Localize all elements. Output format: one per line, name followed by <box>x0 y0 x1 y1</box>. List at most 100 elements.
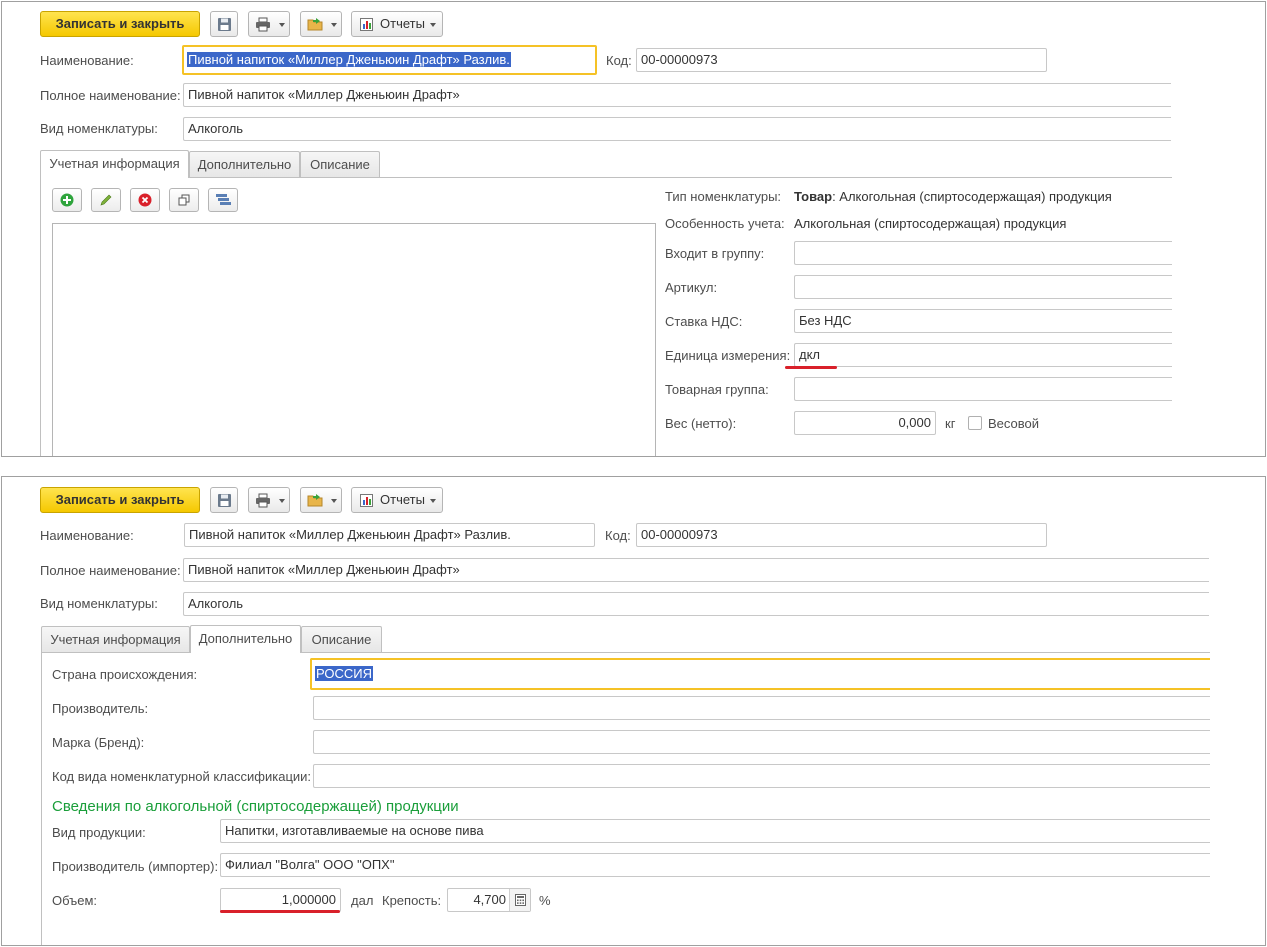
delete-button[interactable] <box>130 188 160 212</box>
kind-input[interactable]: Алкоголь <box>183 592 1209 616</box>
report-icon <box>360 494 373 507</box>
save-button[interactable] <box>210 11 238 37</box>
chevron-down-icon <box>430 499 436 503</box>
copy-icon <box>178 194 190 206</box>
code-label: Код: <box>605 528 631 543</box>
importer-label: Производитель (импортер): <box>52 859 219 874</box>
tab-accounting[interactable]: Учетная информация <box>40 150 189 178</box>
brand-label: Марка (Бренд): <box>52 735 145 750</box>
weight-unit-label: кг <box>945 416 956 431</box>
code-label: Код: <box>606 53 632 68</box>
tab-additional[interactable]: Дополнительно <box>190 625 301 653</box>
classification-label: Код вида номенклатурной классификации: <box>52 769 312 784</box>
reports-menu-button[interactable]: Отчеты <box>351 11 443 37</box>
export-menu-button[interactable] <box>300 11 342 37</box>
item-card-additional-panel: Записать и закрыть Отчеты Наименование: … <box>1 476 1266 946</box>
calculator-icon <box>515 894 526 906</box>
reports-label: Отчеты <box>380 492 425 507</box>
annotation-underline <box>785 366 837 369</box>
tab-strip-line <box>41 652 190 653</box>
kind-label: Вид номенклатуры: <box>40 121 158 136</box>
volume-input[interactable]: 1,000000 <box>220 888 341 912</box>
chevron-down-icon <box>331 499 337 503</box>
brand-input[interactable] <box>313 730 1210 754</box>
folder-arrow-icon <box>307 18 323 31</box>
printer-icon <box>256 493 270 508</box>
copy-button[interactable] <box>169 188 199 212</box>
save-button[interactable] <box>210 487 238 513</box>
chevron-down-icon <box>430 23 436 27</box>
save-and-close-button[interactable]: Записать и закрыть <box>40 487 200 513</box>
name-input[interactable]: Пивной напиток «Миллер Дженьюин Драфт» Р… <box>184 523 595 547</box>
importer-input[interactable]: Филиал "Волга" ООО "ОПХ" <box>220 853 1210 877</box>
strength-unit-label: % <box>539 893 551 908</box>
reports-label: Отчеты <box>380 16 425 31</box>
printer-icon <box>256 17 270 32</box>
unit-input[interactable]: дкл <box>794 343 1172 367</box>
classification-input[interactable] <box>313 764 1210 788</box>
chevron-down-icon <box>279 499 285 503</box>
full-name-label: Полное наименование: <box>40 88 181 103</box>
vat-input[interactable]: Без НДС <box>794 309 1172 333</box>
full-name-input[interactable]: Пивной напиток «Миллер Дженьюин Драфт» <box>183 83 1171 107</box>
floppy-disk-icon <box>218 494 231 507</box>
code-input[interactable]: 00-00000973 <box>636 48 1047 72</box>
accounting-list-table[interactable] <box>52 223 656 456</box>
name-label: Наименование: <box>40 53 134 68</box>
tab-description[interactable]: Описание <box>300 151 380 178</box>
print-menu-button[interactable] <box>248 487 290 513</box>
list-settings-button[interactable] <box>208 188 238 212</box>
code-input[interactable]: 00-00000973 <box>636 523 1047 547</box>
product-kind-input[interactable]: Напитки, изготавливаемые на основе пива <box>220 819 1210 843</box>
manufacturer-input[interactable] <box>313 696 1210 720</box>
strength-label: Крепость: <box>382 893 442 908</box>
add-button[interactable] <box>52 188 82 212</box>
tab-description[interactable]: Описание <box>301 626 382 653</box>
product-group-input[interactable] <box>794 377 1172 401</box>
kind-label: Вид номенклатуры: <box>40 596 158 611</box>
alcohol-section-title: Сведения по алкогольной (спиртосодержаще… <box>52 798 459 815</box>
export-menu-button[interactable] <box>300 487 342 513</box>
chevron-down-icon <box>331 23 337 27</box>
annotation-underline <box>220 910 340 913</box>
tab-page-border <box>41 653 42 945</box>
full-name-label: Полное наименование: <box>40 563 181 578</box>
print-menu-button[interactable] <box>248 11 290 37</box>
reports-menu-button[interactable]: Отчеты <box>351 487 443 513</box>
weight-input[interactable]: 0,000 <box>794 411 936 435</box>
save-and-close-button[interactable]: Записать и закрыть <box>40 11 200 37</box>
product-kind-label: Вид продукции: <box>52 825 146 840</box>
weighted-label: Весовой <box>988 416 1040 431</box>
item-card-accounting-panel: Записать и закрыть Отчеты Наименование: … <box>1 1 1266 457</box>
feature-value: Алкогольная (спиртосодержащая) продукция <box>794 216 1067 231</box>
folder-arrow-icon <box>307 494 323 507</box>
name-input[interactable]: Пивной напиток «Миллер Дженьюин Драфт» Р… <box>182 45 597 75</box>
article-label: Артикул: <box>665 280 718 295</box>
floppy-disk-icon <box>218 18 231 31</box>
tab-strip-line <box>189 177 1172 178</box>
volume-label: Объем: <box>52 893 98 908</box>
volume-unit-label: дал <box>351 893 374 908</box>
kind-input[interactable]: Алкоголь <box>183 117 1171 141</box>
calculator-button[interactable] <box>509 889 530 911</box>
article-input[interactable] <box>794 275 1172 299</box>
report-icon <box>360 18 373 31</box>
name-label: Наименование: <box>40 528 134 543</box>
country-label: Страна происхождения: <box>52 667 198 682</box>
weighted-checkbox[interactable] <box>968 416 982 430</box>
full-name-input[interactable]: Пивной напиток «Миллер Дженьюин Драфт» <box>183 558 1209 582</box>
list-stack-icon <box>216 194 231 205</box>
manufacturer-label: Производитель: <box>52 701 149 716</box>
pencil-icon <box>100 194 112 206</box>
tab-accounting[interactable]: Учетная информация <box>41 626 190 653</box>
vat-label: Ставка НДС: <box>665 314 743 329</box>
product-group-label: Товарная группа: <box>665 382 769 397</box>
group-input[interactable] <box>794 241 1172 265</box>
feature-label: Особенность учета: <box>665 216 785 231</box>
tab-additional[interactable]: Дополнительно <box>189 151 300 178</box>
weight-label: Вес (нетто): <box>665 416 737 431</box>
plus-circle-icon <box>60 193 74 207</box>
country-input[interactable]: РОССИЯ <box>310 658 1210 690</box>
edit-button[interactable] <box>91 188 121 212</box>
tab-strip-line <box>301 652 1210 653</box>
